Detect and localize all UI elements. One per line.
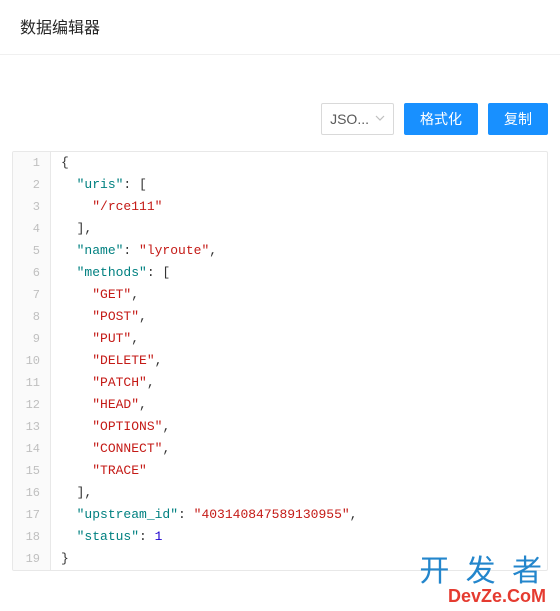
code-line: 7 "GET",	[13, 284, 547, 306]
line-number: 4	[13, 218, 51, 240]
code-line: 17 "upstream_id": "403140847589130955",	[13, 504, 547, 526]
code-line: 6 "methods": [	[13, 262, 547, 284]
line-content: "DELETE",	[51, 350, 547, 372]
line-number: 6	[13, 262, 51, 284]
code-line: 19}	[13, 548, 547, 570]
line-content: "PATCH",	[51, 372, 547, 394]
line-content: "status": 1	[51, 526, 547, 548]
code-line: 13 "OPTIONS",	[13, 416, 547, 438]
line-content: "PUT",	[51, 328, 547, 350]
line-number: 9	[13, 328, 51, 350]
code-line: 8 "POST",	[13, 306, 547, 328]
chevron-down-icon	[375, 113, 385, 125]
code-line: 12 "HEAD",	[13, 394, 547, 416]
toolbar: JSO... 格式化 复制	[0, 55, 560, 145]
line-content: "CONNECT",	[51, 438, 547, 460]
code-line: 11 "PATCH",	[13, 372, 547, 394]
code-line: 18 "status": 1	[13, 526, 547, 548]
format-select-value: JSO...	[330, 111, 369, 127]
line-number: 17	[13, 504, 51, 526]
line-number: 18	[13, 526, 51, 548]
code-line: 9 "PUT",	[13, 328, 547, 350]
line-content: "methods": [	[51, 262, 547, 284]
line-number: 13	[13, 416, 51, 438]
line-content: ],	[51, 218, 547, 240]
line-number: 16	[13, 482, 51, 504]
line-number: 10	[13, 350, 51, 372]
line-number: 12	[13, 394, 51, 416]
line-number: 14	[13, 438, 51, 460]
line-content: ],	[51, 482, 547, 504]
page-title: 数据编辑器	[20, 20, 100, 37]
format-button[interactable]: 格式化	[404, 103, 478, 135]
line-number: 2	[13, 174, 51, 196]
editor-header: 数据编辑器	[0, 0, 560, 55]
line-content: "OPTIONS",	[51, 416, 547, 438]
line-content: "uris": [	[51, 174, 547, 196]
code-line: 3 "/rce111"	[13, 196, 547, 218]
line-content: "GET",	[51, 284, 547, 306]
code-line: 4 ],	[13, 218, 547, 240]
line-number: 19	[13, 548, 51, 570]
line-number: 7	[13, 284, 51, 306]
line-number: 15	[13, 460, 51, 482]
watermark-sub: DevZe.CoM	[419, 587, 546, 605]
line-content: "HEAD",	[51, 394, 547, 416]
code-line: 15 "TRACE"	[13, 460, 547, 482]
line-content: "/rce111"	[51, 196, 547, 218]
code-line: 2 "uris": [	[13, 174, 547, 196]
code-line: 5 "name": "lyroute",	[13, 240, 547, 262]
line-number: 1	[13, 152, 51, 174]
line-number: 11	[13, 372, 51, 394]
line-content: "name": "lyroute",	[51, 240, 547, 262]
copy-button[interactable]: 复制	[488, 103, 548, 135]
line-content: {	[51, 152, 547, 174]
code-line: 14 "CONNECT",	[13, 438, 547, 460]
code-line: 1{	[13, 152, 547, 174]
code-line: 16 ],	[13, 482, 547, 504]
line-number: 5	[13, 240, 51, 262]
line-content: "upstream_id": "403140847589130955",	[51, 504, 547, 526]
line-content: }	[51, 548, 547, 570]
line-number: 8	[13, 306, 51, 328]
line-number: 3	[13, 196, 51, 218]
line-content: "POST",	[51, 306, 547, 328]
code-editor[interactable]: 1{2 "uris": [3 "/rce111"4 ],5 "name": "l…	[12, 151, 548, 571]
format-select[interactable]: JSO...	[321, 103, 394, 135]
code-line: 10 "DELETE",	[13, 350, 547, 372]
line-content: "TRACE"	[51, 460, 547, 482]
